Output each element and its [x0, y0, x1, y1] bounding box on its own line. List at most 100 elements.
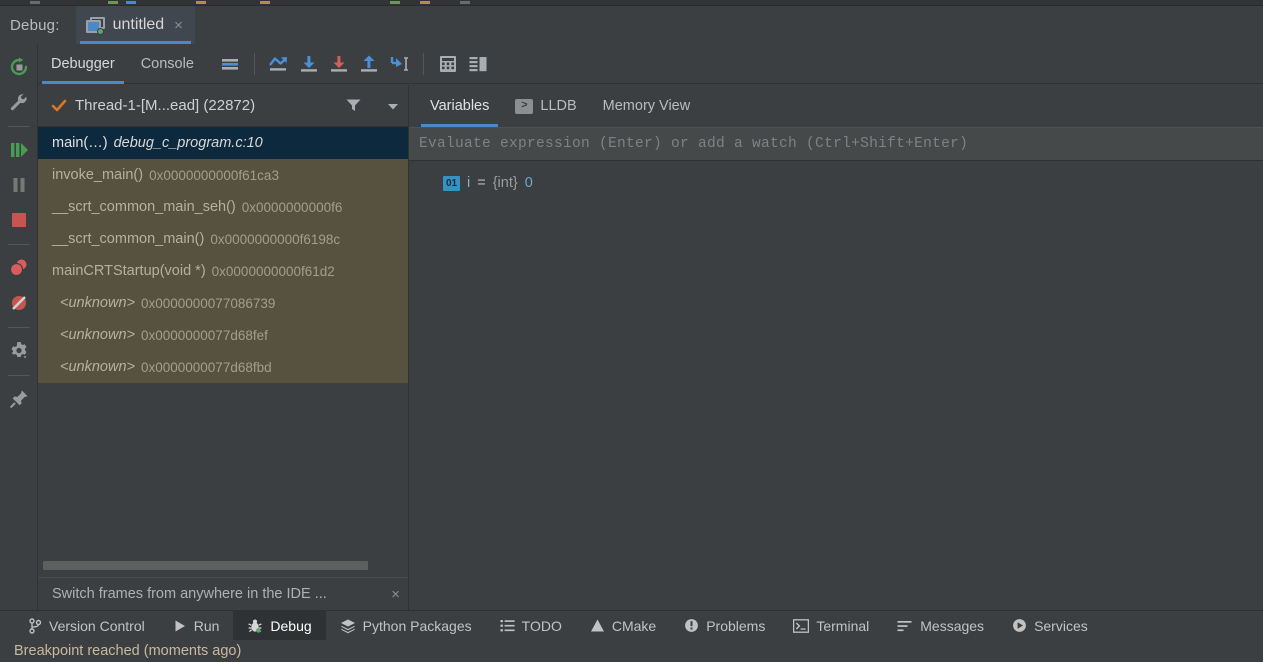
frame-address: 0x0000000000f6 — [242, 200, 343, 215]
bug-icon — [247, 618, 263, 634]
edit-configurations-button[interactable] — [4, 87, 34, 117]
frame-row[interactable]: mainCRTStartup(void *) 0x0000000000f61d2 — [38, 255, 408, 287]
tab-variables[interactable]: Variables — [417, 85, 502, 127]
tab-memory-view[interactable]: Memory View — [590, 85, 704, 127]
frame-function: <unknown> — [60, 295, 135, 311]
frame-function: invoke_main() — [52, 167, 143, 183]
variable-row[interactable]: 01 i = {int} 0 — [409, 171, 1263, 195]
tool-button-terminal[interactable]: Terminal — [779, 611, 883, 641]
tool-button-label: Terminal — [816, 618, 869, 634]
force-step-into-button[interactable] — [324, 49, 354, 79]
evaluate-placeholder: Evaluate expression (Enter) or add a wat… — [419, 136, 968, 152]
show-execution-point-button[interactable] — [215, 49, 245, 79]
pin-tab-button[interactable] — [4, 384, 34, 414]
branch-icon — [28, 618, 42, 634]
console-icon: > — [515, 99, 533, 114]
frame-row[interactable]: <unknown> 0x0000000077086739 — [38, 287, 408, 319]
terminal-icon — [793, 619, 809, 633]
frame-function: __scrt_common_main_seh() — [52, 199, 236, 215]
variables-tree[interactable]: 01 i = {int} 0 — [409, 161, 1263, 195]
evaluate-expression-field[interactable]: Evaluate expression (Enter) or add a wat… — [409, 127, 1263, 161]
run-tab-label: untitled — [113, 16, 165, 34]
divider — [8, 327, 30, 328]
scrollbar-thumb[interactable] — [43, 561, 368, 570]
step-out-button[interactable] — [354, 49, 384, 79]
step-over-button[interactable] — [264, 49, 294, 79]
frames-empty-area — [38, 383, 408, 582]
divider — [8, 126, 30, 127]
frame-function: <unknown> — [60, 359, 135, 375]
frame-address: 0x0000000077086739 — [141, 296, 275, 311]
variable-type: {int} — [493, 175, 518, 191]
rerun-button[interactable] — [4, 52, 34, 82]
close-icon[interactable]: × — [172, 16, 185, 35]
stop-button[interactable] — [4, 205, 34, 235]
tool-button-label: Problems — [706, 618, 765, 634]
tool-button-problems[interactable]: Problems — [670, 611, 779, 641]
tab-debugger-label: Debugger — [51, 56, 115, 72]
frame-row[interactable]: __scrt_common_main_seh() 0x0000000000f6 — [38, 191, 408, 223]
tool-button-label: TODO — [522, 618, 562, 634]
settings-button[interactable] — [4, 336, 34, 366]
frame-function: main(…) — [52, 135, 108, 151]
tool-button-label: Debug — [270, 618, 311, 634]
tool-button-run[interactable]: Run — [159, 611, 234, 641]
frame-address: 0x0000000077d68fef — [141, 328, 268, 343]
frame-row[interactable]: <unknown> 0x0000000077d68fef — [38, 319, 408, 351]
tab-lldb-label: LLDB — [540, 98, 576, 114]
evaluate-expression-button[interactable] — [433, 49, 463, 79]
pause-program-button[interactable] — [4, 170, 34, 200]
tool-button-label: Version Control — [49, 618, 145, 634]
step-into-button[interactable] — [294, 49, 324, 79]
debug-window-label: Debug: — [0, 17, 76, 34]
tool-button-label: Run — [194, 618, 220, 634]
tool-button-services[interactable]: Services — [998, 611, 1102, 641]
divider — [423, 53, 424, 75]
triangle-icon — [590, 618, 605, 633]
frame-row[interactable]: main(…) debug_c_program.c:10 — [38, 127, 408, 159]
frame-row[interactable]: invoke_main() 0x0000000000f61ca3 — [38, 159, 408, 191]
tab-lldb[interactable]: > LLDB — [502, 85, 589, 127]
frame-function: __scrt_common_main() — [52, 231, 204, 247]
debug-header: Debug: untitled × — [0, 6, 1263, 44]
status-message: Breakpoint reached (moments ago) — [14, 643, 241, 659]
layers-icon — [340, 618, 356, 634]
tool-window-bar: Version Control Run Debug — [0, 610, 1263, 640]
view-breakpoints-button[interactable] — [4, 253, 34, 283]
frames-horizontal-scrollbar[interactable] — [43, 561, 403, 570]
tool-button-version-control[interactable]: Version Control — [14, 611, 159, 641]
hint-text: Switch frames from anywhere in the IDE .… — [52, 586, 385, 602]
play-icon — [173, 619, 187, 633]
close-icon[interactable]: × — [391, 586, 400, 603]
filter-icon[interactable] — [345, 97, 362, 114]
warning-icon — [684, 618, 699, 633]
debug-tool-window: Debug: untitled × — [0, 0, 1263, 662]
tool-button-messages[interactable]: Messages — [883, 611, 998, 641]
tab-console[interactable]: Console — [128, 44, 207, 84]
tool-button-python-packages[interactable]: Python Packages — [326, 611, 486, 641]
messages-icon — [897, 619, 913, 633]
tool-button-cmake[interactable]: CMake — [576, 611, 670, 641]
tool-button-debug[interactable]: Debug — [233, 611, 325, 641]
frames-panel: Thread-1-[M...ead] (22872) main(…) debug… — [38, 85, 409, 610]
tool-button-label: Python Packages — [363, 618, 472, 634]
chevron-down-icon[interactable] — [386, 99, 400, 113]
tool-button-label: CMake — [612, 618, 656, 634]
debug-actions-sidebar — [0, 44, 38, 610]
tool-button-todo[interactable]: TODO — [486, 611, 576, 641]
tab-variables-label: Variables — [430, 98, 489, 114]
tab-debugger[interactable]: Debugger — [38, 44, 128, 84]
variable-name: i — [467, 175, 470, 191]
run-to-cursor-button[interactable] — [384, 49, 414, 79]
frame-address: 0x0000000077d68fbd — [141, 360, 272, 375]
run-configuration-tab[interactable]: untitled × — [76, 6, 195, 44]
layout-settings-button[interactable] — [463, 49, 493, 79]
mute-breakpoints-button[interactable] — [4, 288, 34, 318]
resume-program-button[interactable] — [4, 135, 34, 165]
frames-list[interactable]: main(…) debug_c_program.c:10 invoke_main… — [38, 127, 408, 582]
list-icon — [500, 619, 515, 633]
frame-row[interactable]: __scrt_common_main() 0x0000000000f6198c — [38, 223, 408, 255]
checkmark-icon — [51, 98, 67, 114]
frame-row[interactable]: <unknown> 0x0000000077d68fbd — [38, 351, 408, 383]
thread-selector[interactable]: Thread-1-[M...ead] (22872) — [38, 85, 408, 127]
